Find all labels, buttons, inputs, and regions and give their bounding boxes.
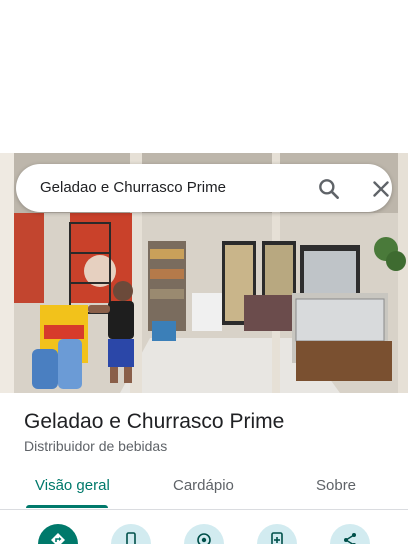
- directions-button[interactable]: [38, 524, 78, 544]
- place-title: Geladao e Churrasco Prime: [24, 410, 285, 433]
- search-icon[interactable]: [316, 176, 342, 202]
- share-icon: [344, 533, 356, 544]
- action-buttons-row: [0, 521, 408, 544]
- tab-bar: Visão geral Cardápio Sobre: [0, 466, 408, 510]
- call-button[interactable]: [111, 524, 151, 544]
- active-tab-indicator: [26, 505, 108, 508]
- tab-overview[interactable]: Visão geral: [35, 477, 110, 494]
- phone-icon: [126, 532, 136, 544]
- directions-icon: [51, 533, 65, 544]
- tab-about[interactable]: Sobre: [316, 477, 356, 494]
- close-icon[interactable]: [368, 176, 394, 202]
- search-bar[interactable]: Geladao e Churrasco Prime: [16, 164, 392, 212]
- share-button[interactable]: [330, 524, 370, 544]
- add-to-list-icon: [271, 532, 283, 544]
- search-input[interactable]: Geladao e Churrasco Prime: [40, 179, 226, 196]
- location-icon: [197, 533, 211, 544]
- place-info-panel: Geladao e Churrasco Prime Distribuidor d…: [0, 393, 408, 544]
- location-button[interactable]: [184, 524, 224, 544]
- add-to-list-button[interactable]: [257, 524, 297, 544]
- tab-menu[interactable]: Cardápio: [173, 477, 234, 494]
- place-category[interactable]: Distribuidor de bebidas: [24, 438, 167, 454]
- blank-top-area: [0, 0, 408, 153]
